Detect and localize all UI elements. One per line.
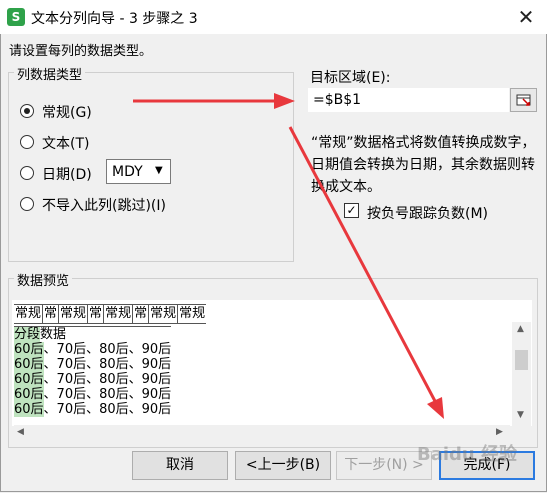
- radio-text[interactable]: 文本(T): [20, 133, 280, 152]
- scroll-left-icon[interactable]: ◀: [17, 427, 24, 437]
- vertical-scrollbar[interactable]: ▲ ▼: [512, 322, 531, 426]
- radio-general[interactable]: 常规(G): [20, 102, 280, 121]
- radio-date[interactable]: 日期(D): [20, 164, 100, 183]
- app-icon: S: [7, 8, 25, 26]
- preview-cell-rest: 、70后、80后、90后: [43, 402, 172, 417]
- date-format-select[interactable]: MDY ▼: [106, 159, 171, 184]
- radio-label: 文本(T): [42, 136, 90, 152]
- window-title: 文本分列向导 - 3 步骤之 3: [31, 11, 198, 27]
- radio-selected-dot: [24, 108, 30, 114]
- close-icon[interactable]: ✕: [509, 2, 543, 32]
- radio-label: 日期(D): [42, 167, 92, 183]
- preview-cell-first: 60后: [14, 357, 44, 372]
- preview-cell-rest: 、70后、80后、90后: [43, 387, 172, 402]
- column-type-legend: 列数据类型: [14, 64, 86, 83]
- preview-area[interactable]: 常规常常规常常规常常规 常规 分段数据 60后、70后、80后、90后 60后、7…: [12, 300, 532, 426]
- scroll-thumb[interactable]: [515, 350, 528, 370]
- prev-button[interactable]: <上一步(B): [235, 451, 331, 480]
- preview-row: 60后、70后、80后、90后: [14, 372, 171, 387]
- preview-row: 分段数据: [14, 327, 171, 342]
- radio-button[interactable]: [20, 197, 34, 211]
- preview-cell-first: 60后: [14, 342, 44, 357]
- range-select-icon: [516, 94, 531, 106]
- column-header[interactable]: 常规: [14, 305, 44, 323]
- watermark: Baidu 经验: [417, 444, 518, 465]
- preview-cell-rest: 、70后、80后、90后: [43, 372, 172, 387]
- radio-label: 不导入此列(跳过)(I): [42, 198, 166, 214]
- negative-label: 按负号跟踪负数(M): [367, 206, 489, 222]
- preview-legend: 数据预览: [14, 270, 73, 289]
- date-format-value: MDY: [112, 164, 143, 180]
- radio-button[interactable]: [20, 104, 34, 118]
- target-label: 目标区域(E):: [310, 70, 391, 86]
- radio-skip[interactable]: 不导入此列(跳过)(I): [20, 195, 280, 214]
- target-value: =$B$1: [313, 92, 362, 108]
- preview-header-row: 常规常常规常常规常常规 常规: [14, 304, 207, 324]
- column-header[interactable]: 常: [88, 305, 105, 323]
- column-header[interactable]: 常规: [104, 305, 134, 323]
- radio-button[interactable]: [20, 135, 34, 149]
- range-select-button[interactable]: [510, 88, 537, 112]
- preview-row: 60后、70后、80后、90后: [14, 357, 171, 372]
- column-header[interactable]: 常: [133, 305, 150, 323]
- target-input[interactable]: =$B$1: [308, 88, 509, 112]
- preview-row: 60后、70后、80后、90后: [14, 387, 171, 402]
- preview-cell-first: 分段: [14, 327, 41, 342]
- radio-label: 常规(G): [42, 105, 92, 121]
- scroll-down-icon[interactable]: ▼: [517, 410, 524, 420]
- radio-button[interactable]: [20, 166, 34, 180]
- horizontal-scrollbar[interactable]: ◀ ▶: [14, 425, 510, 440]
- format-description: “常规”数据格式将数值转换成数字，日期值会转换为日期，其余数据则转换成文本。: [311, 135, 536, 195]
- preview-cell-first: 60后: [14, 402, 44, 417]
- column-header[interactable]: 常规: [149, 305, 179, 323]
- chevron-down-icon: ▼: [155, 165, 163, 176]
- instruction-text: 请设置每列的数据类型。: [9, 44, 153, 59]
- column-header[interactable]: 常规: [178, 305, 206, 323]
- column-header[interactable]: 常规: [59, 305, 89, 323]
- preview-cell-rest: 数据: [40, 327, 67, 342]
- scroll-right-icon[interactable]: ▶: [496, 427, 503, 437]
- preview-cell-rest: 、70后、80后、90后: [43, 357, 172, 372]
- preview-rows: 分段数据 60后、70后、80后、90后 60后、70后、80后、90后 60后…: [14, 326, 172, 417]
- preview-row: 60后、70后、80后、90后: [14, 402, 171, 417]
- negative-checkbox[interactable]: ✓: [344, 203, 359, 218]
- column-header[interactable]: 常: [43, 305, 60, 323]
- cancel-button[interactable]: 取消: [132, 451, 228, 480]
- preview-cell-first: 60后: [14, 372, 44, 387]
- preview-cell-first: 60后: [14, 387, 44, 402]
- preview-row: 60后、70后、80后、90后: [14, 342, 171, 357]
- preview-cell-rest: 、70后、80后、90后: [43, 342, 172, 357]
- scroll-up-icon[interactable]: ▲: [517, 324, 524, 334]
